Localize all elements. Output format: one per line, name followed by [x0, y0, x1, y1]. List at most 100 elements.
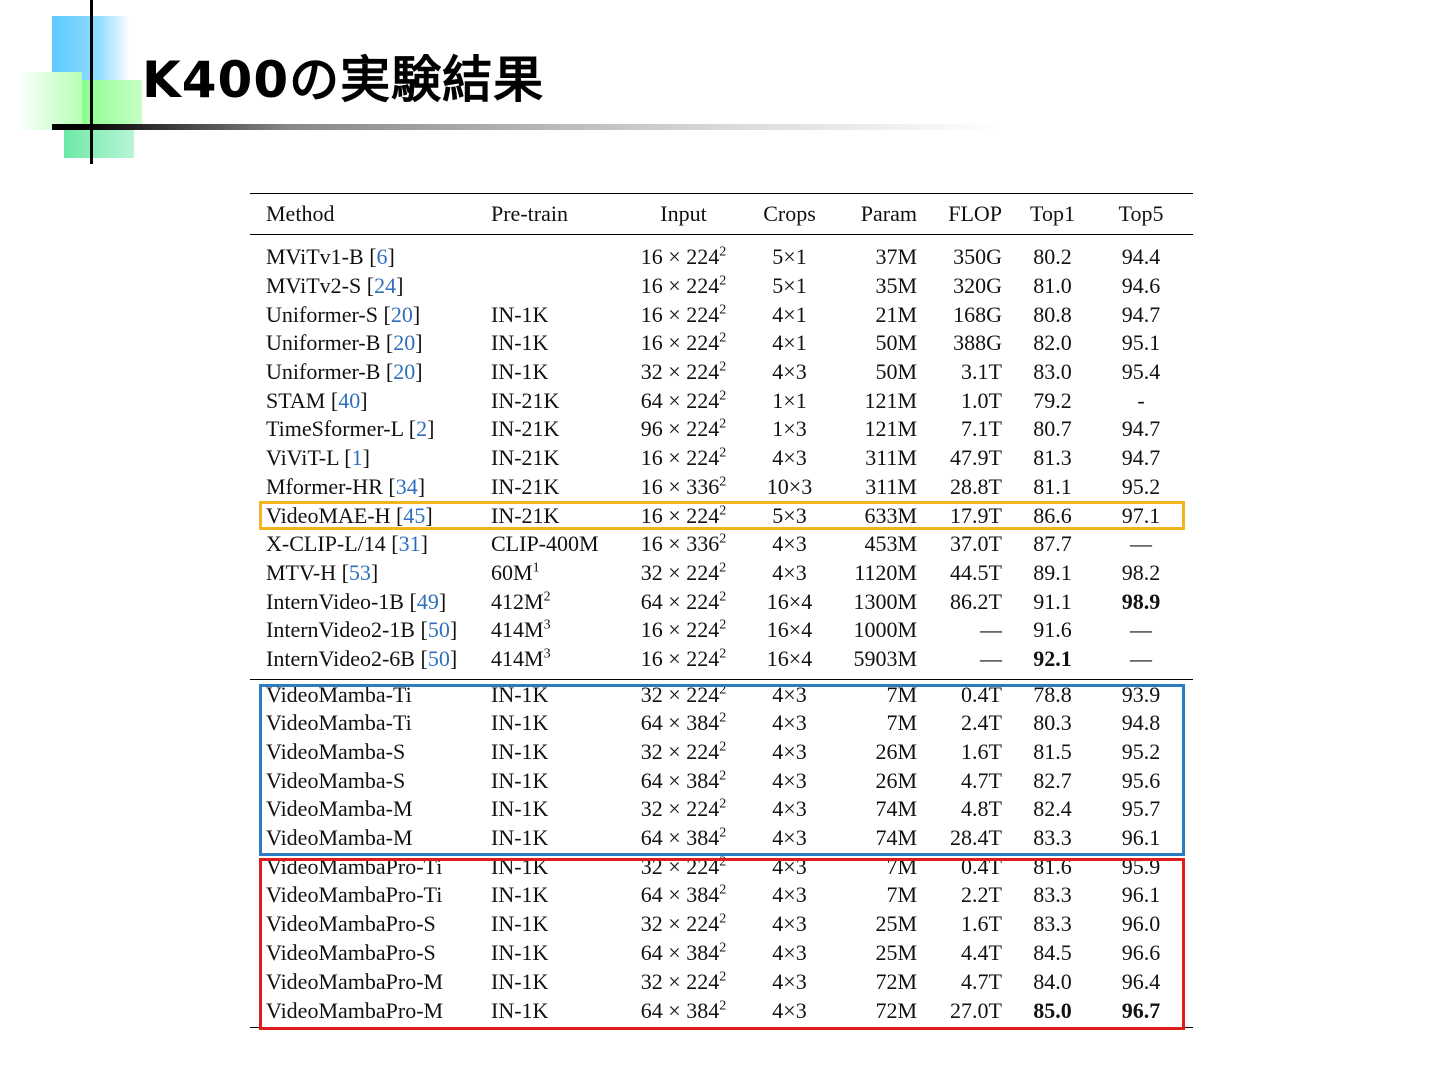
cell-pretrain — [487, 235, 621, 272]
cell-param: 5903M — [853, 645, 917, 671]
cell-input: 32 × 2242 — [640, 359, 727, 385]
cell-param: 453M — [864, 531, 917, 557]
cell-top5: 95.2 — [1121, 473, 1161, 499]
cell-input: 16 × 2242 — [640, 330, 727, 356]
cell-flop: 7.1T — [961, 416, 1002, 442]
input-resolution: 224 — [686, 301, 720, 327]
decor-lightgreen-square — [16, 72, 82, 130]
cell-method: InternVideo2-1B [50] — [266, 617, 458, 643]
cell-pretrain — [487, 272, 621, 301]
cell-method: Uniformer-B [20] — [266, 330, 423, 356]
cell-param: 311M — [865, 473, 917, 499]
cell-top5: - — [1137, 387, 1145, 413]
method-name: InternVideo2-1B — [266, 617, 415, 643]
method-name: MViTv2-S — [266, 273, 362, 299]
pretrain-value: 414M — [491, 617, 544, 643]
input-frames: 16 — [640, 244, 663, 270]
cell-flop: — — [980, 617, 1002, 643]
pretrain-value: IN-21K — [491, 387, 560, 413]
cell-top5: — — [1130, 617, 1152, 643]
input-frames: 16 — [640, 445, 663, 471]
cell-method: InternVideo2-6B [50] — [266, 645, 458, 671]
citation-ref: 53 — [348, 559, 371, 585]
cell-input: 16 × 2242 — [640, 244, 727, 270]
input-resolution: 224 — [686, 273, 720, 299]
cell-input: 32 × 2242 — [640, 559, 727, 585]
cell-top1: 82.0 — [1033, 330, 1072, 356]
cell-method: X-CLIP-L/14 [31] — [266, 531, 428, 557]
cell-flop: 350G — [953, 244, 1002, 270]
cell-flop: 86.2T — [950, 588, 1002, 614]
pretrain-footnote: 1 — [532, 560, 540, 576]
pretrain-value: 412M — [491, 588, 544, 614]
cell-crops: 4×3 — [772, 559, 807, 585]
header-flop: FLOP — [931, 193, 1016, 235]
cell-crops: 1×3 — [772, 416, 807, 442]
pretrain-value: 414M — [491, 645, 544, 671]
cell-top5: 95.1 — [1121, 330, 1161, 356]
cell-input: 96 × 2242 — [640, 416, 727, 442]
cell-param: 121M — [864, 416, 917, 442]
cell-top5: — — [1130, 645, 1152, 671]
header-input: Input — [621, 193, 746, 235]
citation-ref: 24 — [374, 273, 397, 299]
input-frames: 32 — [640, 359, 663, 385]
input-frames: 16 — [640, 473, 663, 499]
cell-method: Mformer-HR [34] — [266, 473, 426, 499]
cell-crops: 16×4 — [766, 617, 813, 643]
pretrain-value: IN-1K — [491, 301, 549, 327]
table-header-row: Method Pre-train Input Crops Param FLOP … — [250, 193, 1193, 235]
highlight-box-videomae — [259, 501, 1185, 530]
cell-crops: 4×3 — [772, 359, 807, 385]
input-squared: 2 — [719, 417, 727, 433]
cell-top1: 81.3 — [1033, 445, 1072, 471]
cell-crops: 5×1 — [772, 244, 807, 270]
cell-input: 16 × 2242 — [640, 645, 727, 671]
citation-ref: 6 — [376, 244, 388, 270]
method-name: Mformer-HR — [266, 473, 383, 499]
cell-input: 16 × 2242 — [640, 273, 727, 299]
cell-top5: 94.6 — [1121, 273, 1161, 299]
citation-ref: 20 — [390, 301, 413, 327]
cell-top1: 87.7 — [1033, 531, 1072, 557]
cell-top5: — — [1130, 531, 1152, 557]
cell-top1: 81.1 — [1033, 473, 1072, 499]
cell-flop: 47.9T — [950, 445, 1002, 471]
citation-ref: 31 — [398, 531, 421, 557]
input-resolution: 224 — [686, 617, 720, 643]
cell-pretrain: IN-21K — [487, 444, 621, 473]
input-frames: 32 — [640, 559, 663, 585]
cell-top5: 94.4 — [1121, 244, 1161, 270]
cell-method: MViTv2-S [24] — [266, 273, 404, 299]
table-row: InternVideo2-1B [50] 414M3 16 × 2242 16×4 10… — [250, 616, 1193, 645]
header-pretrain: Pre-train — [487, 193, 621, 235]
input-squared: 2 — [719, 646, 727, 662]
input-squared: 2 — [719, 531, 727, 547]
cell-input: 64 × 2242 — [640, 387, 727, 413]
cell-flop: 3.1T — [961, 359, 1002, 385]
table-row: Uniformer-B [20] IN-1K 32 × 2242 4×3 50M 3.1T… — [250, 358, 1193, 387]
cell-flop: 44.5T — [950, 559, 1002, 585]
table-row: MViTv1-B [6] 16 × 2242 5×1 37M 350G 80.2 94.4 — [250, 235, 1193, 272]
pretrain-footnote: 2 — [543, 589, 551, 605]
cell-pretrain: 412M2 — [487, 587, 621, 616]
method-name: Uniformer-B — [266, 330, 381, 356]
method-name: MTV-H — [266, 559, 337, 585]
cell-top5: 98.2 — [1121, 559, 1161, 585]
citation-ref: 34 — [395, 473, 418, 499]
cell-input: 64 × 2242 — [640, 588, 727, 614]
input-resolution: 224 — [686, 416, 720, 442]
input-frames: 16 — [640, 273, 663, 299]
cell-top1: 89.1 — [1033, 559, 1072, 585]
cell-top5: 94.7 — [1121, 416, 1161, 442]
table-row: ViViT-L [1] IN-21K 16 × 2242 4×3 311M 47.9T 81… — [250, 444, 1193, 473]
cell-param: 50M — [875, 359, 917, 385]
input-squared: 2 — [719, 245, 727, 261]
input-squared: 2 — [719, 331, 727, 347]
input-frames: 16 — [640, 531, 663, 557]
citation-ref: 1 — [351, 445, 363, 471]
cell-top5: 94.7 — [1121, 445, 1161, 471]
highlight-box-videomambapro — [259, 858, 1185, 1030]
input-resolution: 224 — [686, 330, 720, 356]
cell-crops: 1×1 — [772, 387, 807, 413]
